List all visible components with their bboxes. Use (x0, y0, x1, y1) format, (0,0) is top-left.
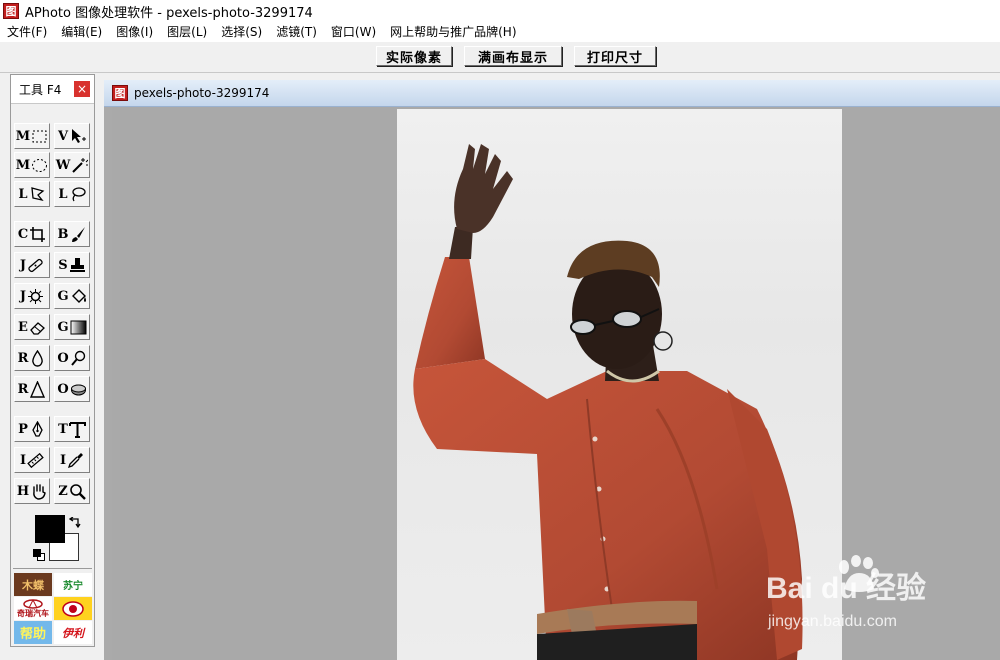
type-t-icon (68, 421, 86, 438)
lasso-tool[interactable]: L (54, 181, 90, 207)
dodge-icon (70, 350, 85, 366)
menu-bar: 文件(F) 编辑(E) 图像(I) 图层(L) 选择(S) 滤镜(T) 窗口(W… (0, 22, 1000, 43)
ad-suning[interactable]: 苏宁 (54, 573, 92, 596)
title-bar: 图 APhoto 图像处理软件 - pexels-photo-3299174 (0, 0, 1000, 22)
type-tool[interactable]: T (54, 416, 90, 442)
document-icon: 图 (112, 85, 128, 101)
zoom-tool[interactable]: Z (54, 478, 90, 504)
dodge-tool[interactable]: O (54, 345, 90, 371)
tools-panel-header: 工具 F4 × (11, 75, 94, 104)
hand-tool[interactable]: H (14, 478, 50, 504)
hand-icon (33, 483, 46, 500)
tools-panel-title: 工具 F4 (19, 83, 62, 97)
magic-wand-tool[interactable]: W (54, 152, 90, 178)
lasso-icon (71, 186, 86, 201)
view-toolbar: 实际像素 满画布显示 打印尺寸 (0, 42, 1000, 73)
gradient-icon (70, 320, 87, 334)
rect-marquee-icon (32, 130, 47, 142)
menu-window[interactable]: 窗口(W) (324, 22, 383, 42)
spot-heal-icon (28, 288, 44, 304)
polygon-lasso-tool[interactable]: L (14, 181, 50, 207)
blur-tool[interactable]: R (14, 345, 50, 371)
crop-icon (30, 226, 46, 242)
ad-mudie[interactable]: 木蝶 (14, 573, 52, 596)
pen-tool[interactable]: P (14, 416, 50, 442)
ellipse-marquee-icon (32, 158, 48, 172)
magnifier-icon (69, 483, 86, 500)
sponge-icon (70, 384, 86, 395)
window-title: APhoto 图像处理软件 - pexels-photo-3299174 (25, 5, 313, 21)
watermark-text: Bai du 经验 (766, 572, 927, 605)
healing-bandage-tool[interactable]: J (14, 252, 50, 278)
ad-help[interactable]: 帮助 (14, 621, 52, 644)
magic-wand-icon (72, 157, 89, 173)
ad-yili[interactable]: 伊利 (54, 621, 92, 644)
bandage-icon (28, 258, 43, 272)
actual-pixels-button[interactable]: 实际像素 (376, 46, 452, 66)
print-size-button[interactable]: 打印尺寸 (574, 46, 656, 66)
baidu-watermark: Bai du 经验 jingyan.baidu.com (766, 555, 966, 640)
brush-icon (71, 226, 85, 242)
ad-chery[interactable]: 奇瑞汽车 (14, 597, 52, 620)
polygon-lasso-icon (30, 186, 44, 201)
ad-eye-brand[interactable] (54, 597, 92, 620)
menu-image[interactable]: 图像(I) (109, 22, 160, 42)
eyedropper-tool[interactable]: I (54, 447, 90, 473)
tools-panel: 工具 F4 × M V M W L L C B J S J G E G R O … (10, 74, 95, 647)
app-logo: 图 (3, 3, 19, 19)
menu-file[interactable]: 文件(F) (0, 22, 54, 42)
drop-icon (32, 349, 44, 367)
pen-nib-icon (32, 420, 43, 437)
gradient-tool[interactable]: G (54, 314, 90, 340)
brush-tool[interactable]: B (54, 221, 90, 247)
document-title: pexels-photo-3299174 (134, 86, 270, 100)
menu-edit[interactable]: 编辑(E) (54, 22, 109, 42)
paint-bucket-tool[interactable]: G (54, 283, 90, 309)
stamp-icon (69, 257, 85, 272)
sharpen-tool[interactable]: R (14, 376, 50, 402)
eraser-tool[interactable]: E (14, 314, 50, 340)
move-tool[interactable]: V (54, 123, 90, 149)
menu-help[interactable]: 网上帮助与推广品牌(H) (383, 22, 523, 42)
sharpen-triangle-icon (30, 380, 46, 398)
close-icon[interactable]: × (74, 81, 90, 97)
chery-logo-icon (23, 599, 43, 609)
burn-tool[interactable]: O (54, 376, 90, 402)
menu-layer[interactable]: 图层(L) (160, 22, 214, 42)
eyedropper-icon (68, 452, 84, 468)
default-colors-icon[interactable] (33, 549, 45, 561)
menu-select[interactable]: 选择(S) (214, 22, 269, 42)
eraser-icon (30, 321, 45, 335)
swap-colors-icon[interactable] (69, 517, 81, 529)
watermark-url: jingyan.baidu.com (768, 613, 897, 630)
ruler-icon (27, 452, 44, 468)
spot-heal-tool[interactable]: J (14, 283, 50, 309)
menu-filter[interactable]: 滤镜(T) (269, 22, 324, 42)
foreground-color-swatch[interactable] (35, 515, 65, 543)
paint-bucket-icon (71, 288, 86, 303)
move-arrow-icon (72, 128, 87, 143)
clone-stamp-tool[interactable]: S (54, 252, 90, 278)
ruler-tool[interactable]: I (14, 447, 50, 473)
ellipse-marquee-tool[interactable]: M (14, 152, 50, 178)
document-title-bar[interactable]: 图 pexels-photo-3299174 (104, 80, 1000, 107)
eye-logo-icon (62, 600, 84, 617)
crop-tool[interactable]: C (14, 221, 50, 247)
fit-canvas-button[interactable]: 满画布显示 (464, 46, 562, 66)
rect-marquee-tool[interactable]: M (14, 123, 50, 149)
